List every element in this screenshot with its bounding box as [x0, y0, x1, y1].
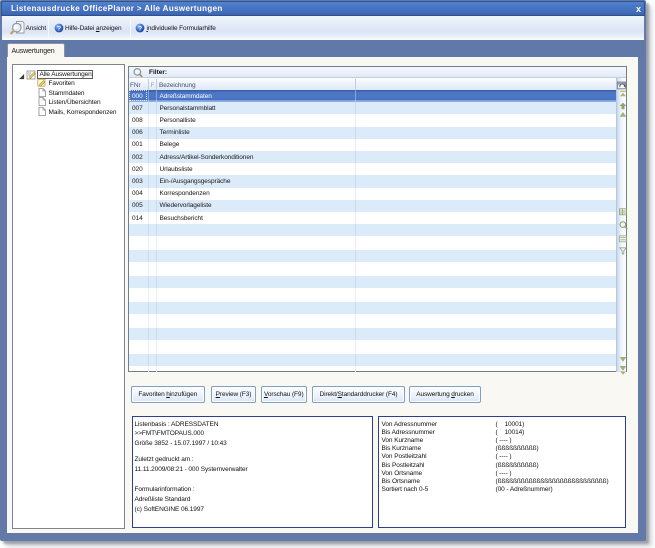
svg-text:?: ?	[138, 25, 142, 32]
svg-text:?: ?	[57, 25, 61, 32]
